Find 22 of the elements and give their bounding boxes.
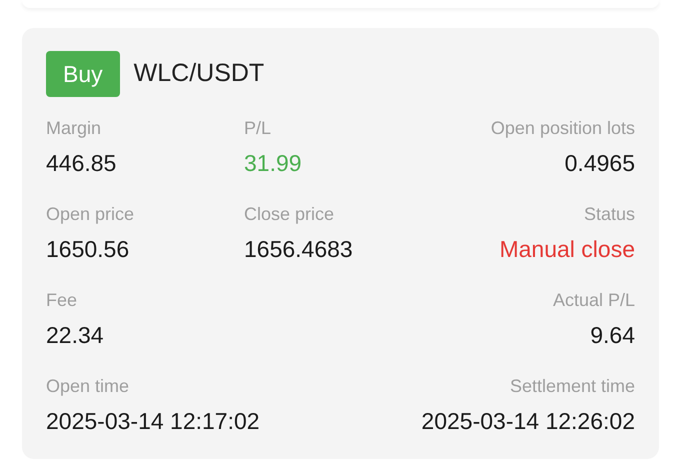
field-value: Manual close [499,235,635,263]
field-label: Fee [46,289,78,311]
field-value: 2025-03-14 12:26:02 [421,407,635,435]
field-value: 9.64 [590,321,635,349]
field-label: Settlement time [510,375,635,397]
field-value: 1656.4683 [244,235,353,263]
field-label: Open price [46,203,134,225]
field-value: 446.85 [46,149,116,177]
field-label: Open position lots [490,117,635,139]
field-value: 31.99 [244,149,302,177]
field-value: 1650.56 [46,235,130,263]
trading-pair: WLC/USDT [134,58,264,90]
field-value: 2025-03-14 12:17:02 [46,407,260,435]
field-label: Margin [46,117,102,139]
field-label: Status [584,203,635,225]
field-label: Open time [46,375,130,397]
field-value: 0.4965 [564,149,635,177]
field-value: 22.34 [46,321,104,349]
field-label: Close price [244,203,334,225]
field-label: P/L [244,117,272,139]
field-label: Actual P/L [552,289,635,311]
side-badge: Buy [46,51,120,97]
